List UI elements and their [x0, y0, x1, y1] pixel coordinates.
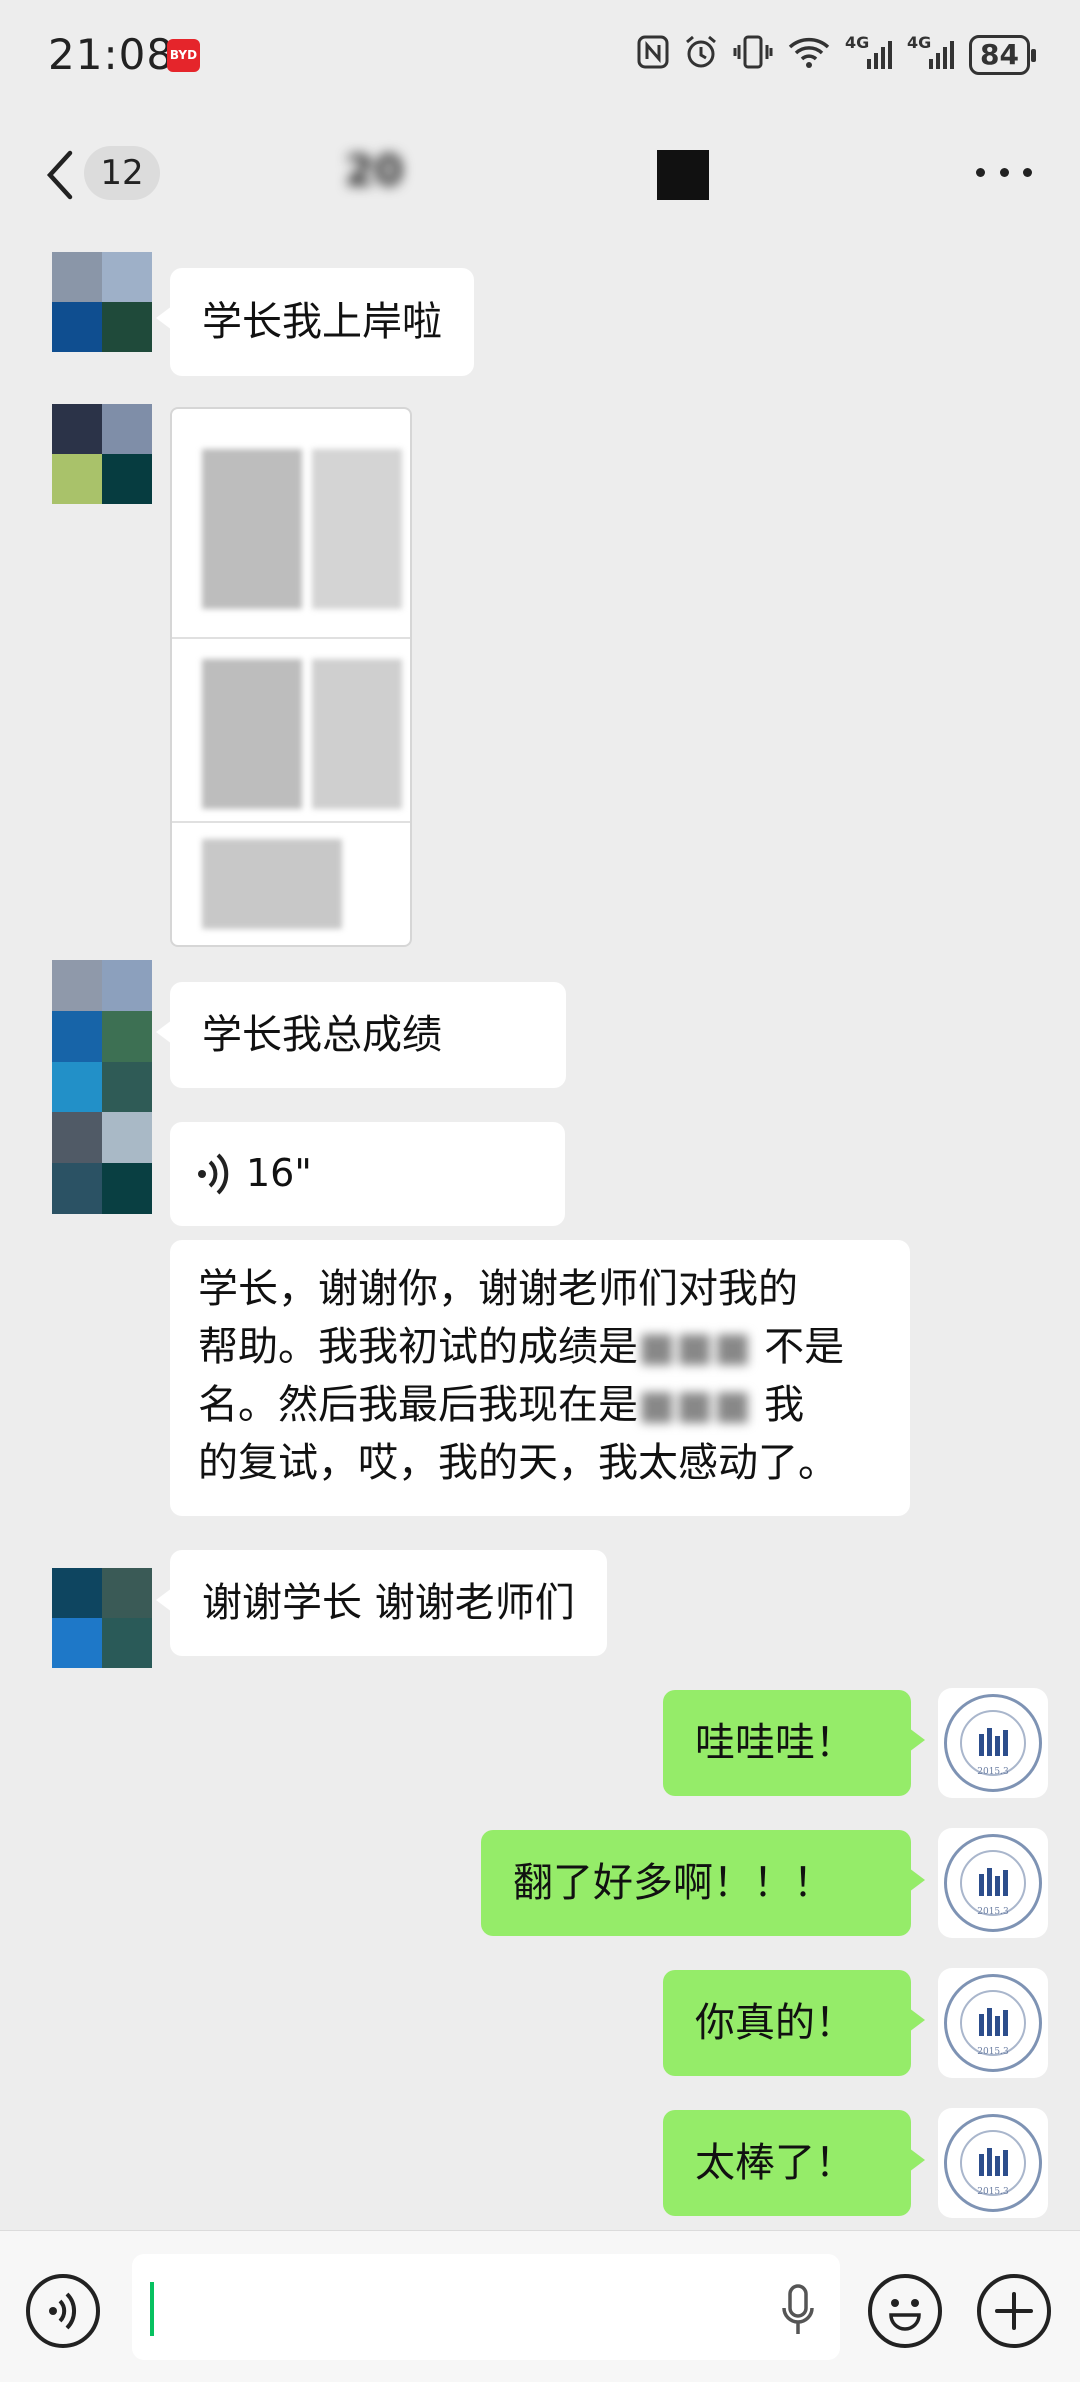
logo-emblem-icon: 2015.3: [944, 2114, 1042, 2212]
message-input[interactable]: [132, 2254, 840, 2360]
redaction-block: [657, 150, 709, 200]
vibrate-icon: [733, 35, 773, 76]
message-bubble[interactable]: 学长我总成绩: [156, 982, 566, 1088]
alarm-icon: [683, 34, 719, 77]
message-text: 不是: [764, 1324, 845, 1370]
system-icons: 4G 4G 84: [637, 30, 1036, 80]
message-line: 名。然后我最后我现在是■■■ 我: [198, 1376, 882, 1434]
status-time: 21:08: [48, 30, 175, 79]
avatar-self[interactable]: 2015.3: [938, 1968, 1048, 2078]
more-dot-icon: [999, 167, 1009, 177]
signal-icon-2: 4G: [907, 33, 955, 73]
image-message[interactable]: [170, 407, 412, 947]
emoji-button[interactable]: [868, 2274, 942, 2348]
status-bar: 21:08 BYD 4G 4G 84: [0, 0, 1080, 110]
logo-emblem-icon: 2015.3: [944, 1694, 1042, 1792]
voice-wave-icon: [49, 2292, 77, 2330]
battery-indicator: 84: [969, 35, 1036, 75]
avatar[interactable]: [52, 404, 152, 504]
logo-year: 2015.3: [977, 1907, 1009, 1917]
voice-input-toggle[interactable]: [26, 2274, 100, 2348]
signal-icon-1: 4G: [845, 33, 893, 73]
logo-year: 2015.3: [977, 2187, 1009, 2197]
plus-icon: [995, 2292, 1033, 2330]
message-line: 帮助。我我初试的成绩是■■■ 不是: [198, 1318, 882, 1376]
message-bubble[interactable]: 谢谢学长 谢谢老师们: [156, 1550, 607, 1656]
message-bubble-sent[interactable]: 太棒了！: [663, 2110, 925, 2216]
avatar-self[interactable]: 2015.3: [938, 1688, 1048, 1798]
logo-year: 2015.3: [977, 2047, 1009, 2057]
message-text: 名。然后我最后我现在是: [198, 1382, 638, 1428]
voice-message[interactable]: 16": [170, 1122, 565, 1226]
chevron-left-icon: [46, 150, 73, 200]
message-text: 我: [764, 1382, 805, 1428]
more-dot-icon: [1023, 167, 1032, 177]
avatar[interactable]: [52, 1568, 152, 1668]
smiley-icon: [889, 2299, 921, 2331]
voice-wave-icon: [198, 1153, 229, 1195]
logo-emblem-icon: 2015.3: [944, 1834, 1042, 1932]
wifi-icon: [787, 35, 831, 76]
back-button[interactable]: [40, 145, 80, 205]
avatar-self[interactable]: 2015.3: [938, 1828, 1048, 1938]
message-text: 帮助。我我初试的成绩是: [198, 1324, 638, 1370]
microphone-icon[interactable]: [780, 2282, 816, 2338]
avatar-self[interactable]: 2015.3: [938, 2108, 1048, 2218]
chat-title: 20: [345, 146, 404, 195]
avatar[interactable]: [52, 252, 152, 352]
message-bubble-sent[interactable]: 翻了好多啊！！！: [481, 1830, 925, 1936]
unread-count-badge[interactable]: 12: [84, 146, 160, 200]
redacted-text: ■■■: [638, 1382, 752, 1428]
byd-app-icon: BYD: [167, 39, 200, 72]
message-line: 的复试，哎，我的天，我太感动了。: [198, 1440, 838, 1486]
chat-header: 12 20: [0, 110, 1080, 235]
more-functions-button[interactable]: [977, 2274, 1051, 2348]
logo-year: 2015.3: [977, 1767, 1009, 1777]
more-dot-icon: [976, 167, 985, 177]
more-options-button[interactable]: [976, 160, 1032, 184]
input-bar: [0, 2230, 1080, 2382]
nfc-icon: [637, 35, 669, 76]
voice-duration: 16": [246, 1151, 312, 1195]
message-bubble-sent[interactable]: 你真的！: [663, 1970, 925, 2076]
message-line: 学长，谢谢你，谢谢老师们对我的: [198, 1266, 798, 1312]
avatar[interactable]: [52, 960, 152, 1214]
message-bubble-sent[interactable]: 哇哇哇！: [663, 1690, 925, 1796]
text-caret: [150, 2282, 154, 2336]
message-bubble[interactable]: 学长，谢谢你，谢谢老师们对我的 帮助。我我初试的成绩是■■■ 不是 名。然后我最…: [170, 1240, 910, 1516]
redacted-text: ■■■: [638, 1324, 752, 1370]
logo-emblem-icon: 2015.3: [944, 1974, 1042, 2072]
message-bubble[interactable]: 学长我上岸啦: [156, 268, 474, 376]
